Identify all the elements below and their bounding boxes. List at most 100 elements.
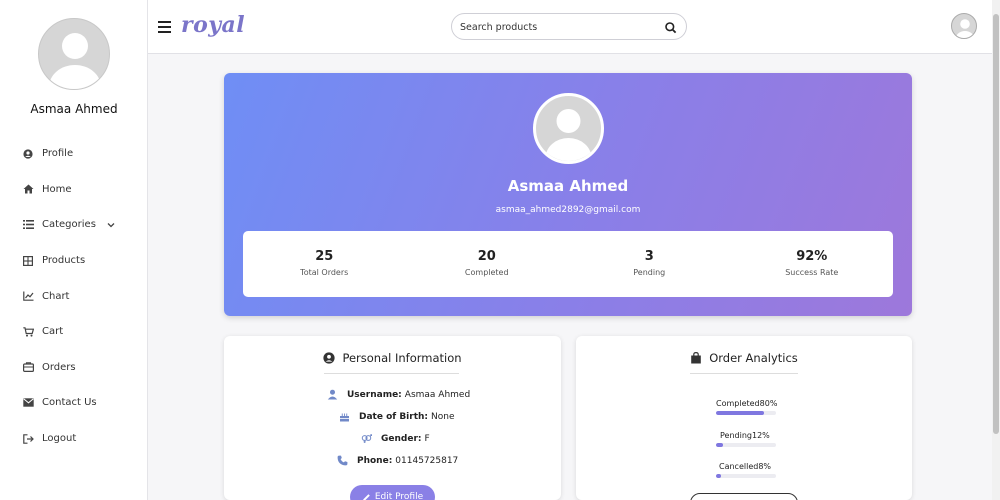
cake-icon (339, 411, 350, 422)
sidebar-item-contact-us[interactable]: Contact Us (0, 385, 148, 421)
sidebar-item-label: Orders (42, 361, 76, 373)
analytics-item-completed: Completed80% (716, 399, 778, 415)
info-label: Username: (347, 389, 402, 400)
search-input[interactable] (460, 18, 660, 36)
user-circle-icon (22, 148, 34, 160)
info-value: F (424, 433, 430, 444)
personal-info-card: Personal Information Username: Asmaa Ahm… (224, 336, 561, 500)
stat-label: Pending (633, 268, 666, 277)
stat-success-rate: 92% Success Rate (731, 231, 894, 297)
edit-icon (362, 493, 371, 500)
analytics-item-pending: Pending12% (716, 431, 780, 447)
sidebar-item-label: Chart (42, 290, 70, 302)
info-gender: Gender: F (361, 433, 430, 444)
title-divider (324, 373, 459, 374)
info-value: None (431, 411, 455, 422)
stat-value: 3 (644, 249, 654, 264)
sidebar-item-products[interactable]: Products (0, 243, 148, 279)
info-label: Date of Birth: (359, 411, 429, 422)
stat-value: 20 (477, 249, 496, 264)
stat-label: Completed (464, 268, 509, 277)
progress-fill (716, 474, 721, 478)
sidebar-item-label: Logout (42, 433, 77, 445)
sidebar-item-label: Profile (42, 148, 74, 160)
brand-logo[interactable]: royal (181, 12, 245, 38)
profile-avatar (533, 93, 604, 164)
info-value: Asmaa Ahmed (404, 389, 471, 400)
grid-icon (22, 255, 34, 267)
info-value: 01145725817 (395, 455, 459, 466)
sidebar-item-label: Categories (42, 219, 96, 231)
analytics-label: Completed80% (716, 399, 778, 408)
stat-value: 25 (315, 249, 334, 264)
profile-email: asmaa_ahmed2892@gmail.com (495, 205, 641, 215)
progress-fill (716, 443, 724, 447)
orders-icon (22, 361, 34, 373)
stat-label: Success Rate (785, 268, 839, 277)
hamburger-menu-icon[interactable] (158, 19, 171, 33)
sidebar-item-categories[interactable]: Categories (0, 207, 148, 243)
envelope-icon (22, 397, 34, 409)
card-title-text: Order Analytics (709, 351, 798, 365)
stat-label: Total Orders (300, 268, 349, 277)
sidebar-item-label: Contact Us (42, 397, 97, 409)
info-label: Gender: (381, 433, 422, 444)
profile-name: Asmaa Ahmed (507, 177, 629, 195)
sidebar-item-chart[interactable]: Chart (0, 278, 148, 314)
analytics-item-cancelled: Cancelled8% (716, 462, 779, 478)
cart-icon (22, 326, 34, 338)
sidebar-item-home[interactable]: Home (0, 172, 148, 208)
stat-total-orders: 25 Total Orders (243, 231, 406, 297)
page-scrollbar[interactable] (992, 0, 1000, 500)
progress-bar (716, 443, 776, 447)
info-phone: Phone: 01145725817 (337, 455, 458, 466)
phone-icon (337, 455, 348, 466)
search-bar (451, 13, 687, 40)
analytics-label: Cancelled8% (719, 462, 772, 471)
stats-panel: 25 Total Orders 20 Completed 3 Pending 9… (243, 231, 893, 297)
list-icon (22, 219, 34, 231)
progress-fill (716, 411, 764, 415)
logout-icon (22, 433, 34, 445)
sidebar-item-profile[interactable]: Profile (0, 136, 148, 172)
info-date-of-birth: Date of Birth: None (339, 411, 455, 422)
topbar: royal (148, 0, 992, 54)
chevron-down-icon[interactable] (106, 220, 116, 230)
order-analytics-card: Order Analytics Completed80% Pending12% … (576, 336, 912, 500)
stat-value: 92% (796, 249, 828, 264)
info-label: Phone: (357, 455, 393, 466)
search-icon[interactable] (664, 20, 678, 34)
user-avatar[interactable] (951, 13, 977, 39)
line-chart-icon (22, 290, 34, 302)
info-username: Username: Asmaa Ahmed (327, 389, 470, 400)
progress-bar (716, 411, 776, 415)
card-title-text: Personal Information (342, 351, 462, 365)
sidebar-item-cart[interactable]: Cart (0, 314, 148, 350)
scrollbar-thumb[interactable] (993, 14, 999, 434)
stat-completed: 20 Completed (406, 231, 569, 297)
order-analytics-title: Order Analytics (576, 351, 912, 365)
edit-profile-button[interactable]: Edit Profile (350, 485, 435, 500)
sidebar-item-label: Products (42, 255, 86, 267)
sidebar: Asmaa Ahmed Profile Home Categories Prod… (0, 0, 148, 500)
edit-profile-label: Edit Profile (374, 492, 424, 500)
progress-bar (716, 474, 776, 478)
personal-info-title: Personal Information (224, 351, 561, 365)
profile-banner: Asmaa Ahmed asmaa_ahmed2892@gmail.com 25… (224, 73, 912, 316)
home-icon (22, 183, 34, 195)
user-icon (327, 389, 338, 400)
user-circle-icon (323, 352, 336, 364)
view-orders-button[interactable] (690, 493, 798, 500)
sidebar-nav: Profile Home Categories Products Chart C… (0, 136, 148, 456)
sidebar-item-logout[interactable]: Logout (0, 421, 148, 457)
sidebar-avatar (38, 18, 110, 90)
sidebar-item-orders[interactable]: Orders (0, 350, 148, 386)
sidebar-item-label: Cart (42, 326, 64, 338)
sidebar-user-name: Asmaa Ahmed (30, 102, 118, 116)
stat-pending: 3 Pending (568, 231, 731, 297)
shopping-bag-icon (690, 352, 702, 364)
title-divider (690, 373, 798, 374)
gender-icon (361, 433, 372, 444)
analytics-label: Pending12% (720, 431, 770, 440)
sidebar-item-label: Home (42, 183, 72, 195)
